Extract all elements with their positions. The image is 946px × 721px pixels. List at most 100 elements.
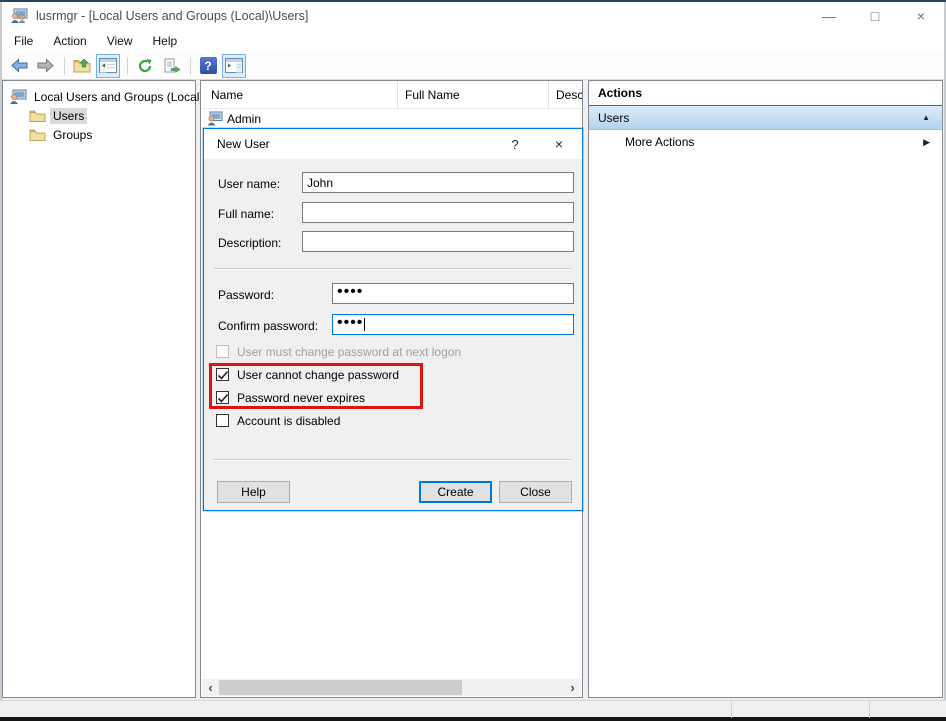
dialog-help-button[interactable]: ? xyxy=(494,137,536,152)
password-value: •••• xyxy=(337,284,363,300)
toolbar-separator xyxy=(127,57,128,75)
actions-group-label: Users xyxy=(598,111,629,125)
list-header: Name Full Name Descri xyxy=(201,81,582,109)
checkbox-cannot-change-password[interactable]: User cannot change password xyxy=(216,367,399,382)
close-dialog-button[interactable]: Close xyxy=(499,481,572,503)
confirm-password-label: Confirm password: xyxy=(218,319,318,333)
menu-bar: File Action View Help xyxy=(2,30,944,52)
list-cell-name: Admin xyxy=(227,112,261,126)
console-tree-toggle-button[interactable] xyxy=(96,54,120,78)
back-icon xyxy=(11,58,28,73)
separator xyxy=(214,459,572,461)
actions-panel: Actions Users ▲ More Actions ▶ xyxy=(588,80,943,698)
user-name-input[interactable]: John xyxy=(302,172,574,193)
actions-group-users[interactable]: Users ▲ xyxy=(589,106,942,130)
statusbar-separator xyxy=(731,701,732,718)
user-name-value: John xyxy=(307,176,333,190)
window-bottom-edge xyxy=(0,717,946,721)
tree-item-groups[interactable]: Groups xyxy=(3,125,195,144)
user-icon xyxy=(206,111,223,126)
forward-icon xyxy=(37,58,54,73)
checkbox-label: Account is disabled xyxy=(237,414,340,428)
checkbox-icon xyxy=(216,414,229,427)
help-button-label: Help xyxy=(241,485,266,499)
scroll-right-arrow-icon[interactable]: › xyxy=(564,679,581,696)
close-button-label: Close xyxy=(520,485,551,499)
column-header-full-name[interactable]: Full Name xyxy=(398,81,549,109)
back-button[interactable] xyxy=(7,54,31,78)
checkbox-label: User cannot change password xyxy=(237,368,399,382)
window-title: lusrmgr - [Local Users and Groups (Local… xyxy=(36,9,308,23)
full-name-input[interactable] xyxy=(302,202,574,223)
forward-button[interactable] xyxy=(33,54,57,78)
checkbox-icon xyxy=(216,345,229,358)
submenu-arrow-icon: ▶ xyxy=(923,137,930,148)
up-one-level-button[interactable] xyxy=(70,54,94,78)
action-pane-toggle-button[interactable] xyxy=(222,54,246,78)
dialog-close-button[interactable]: × xyxy=(536,136,582,152)
checkbox-must-change-password[interactable]: User must change password at next logon xyxy=(216,344,461,359)
dialog-title: New User xyxy=(217,137,270,151)
tree-item-users-label: Users xyxy=(50,108,87,124)
folder-icon xyxy=(29,128,46,142)
console-tree-panel: Local Users and Groups (Local) Users Gro… xyxy=(2,80,196,698)
folder-icon xyxy=(29,109,46,123)
window-controls: — □ × xyxy=(806,2,944,30)
refresh-button[interactable] xyxy=(133,54,157,78)
collapse-arrow-icon[interactable]: ▲ xyxy=(922,113,930,122)
maximize-button[interactable]: □ xyxy=(852,2,898,30)
minimize-button[interactable]: — xyxy=(806,2,852,30)
action-pane-toggle-icon xyxy=(225,58,243,73)
create-button[interactable]: Create xyxy=(419,481,492,503)
tree-root-local-users-and-groups[interactable]: Local Users and Groups (Local) xyxy=(3,87,195,106)
app-icon xyxy=(10,8,28,24)
export-list-button[interactable] xyxy=(159,54,183,78)
statusbar-separator xyxy=(869,701,870,718)
horizontal-scrollbar[interactable]: ‹ › xyxy=(202,679,581,696)
console-tree-toggle-icon xyxy=(99,58,117,73)
checkbox-checked-icon xyxy=(216,391,229,404)
menu-help[interactable]: Help xyxy=(151,32,180,50)
checkbox-account-disabled[interactable]: Account is disabled xyxy=(216,413,340,428)
dialog-title-bar: New User ? × xyxy=(204,129,582,159)
help-dialog-button[interactable]: Help xyxy=(217,481,290,503)
menu-view[interactable]: View xyxy=(105,32,135,50)
more-actions-label: More Actions xyxy=(625,135,694,149)
checkbox-label: Password never expires xyxy=(237,391,365,405)
toolbar-separator xyxy=(64,57,65,75)
column-header-description[interactable]: Descri xyxy=(549,81,582,109)
actions-panel-title: Actions xyxy=(589,81,942,106)
text-caret xyxy=(364,318,365,331)
confirm-password-input[interactable]: •••• xyxy=(332,314,574,335)
more-actions-item[interactable]: More Actions ▶ xyxy=(589,130,942,154)
menu-action[interactable]: Action xyxy=(51,32,88,50)
checkbox-label: User must change password at next logon xyxy=(237,345,461,359)
password-label: Password: xyxy=(218,288,274,302)
separator xyxy=(214,268,572,270)
description-input[interactable] xyxy=(302,231,574,252)
list-row-admin[interactable]: Admin xyxy=(201,109,582,128)
toolbar-separator xyxy=(190,57,191,75)
tree-item-groups-label: Groups xyxy=(50,127,95,143)
confirm-password-value: •••• xyxy=(337,315,363,331)
scrollbar-thumb[interactable] xyxy=(219,680,462,695)
toolbar: ? xyxy=(2,52,944,80)
scroll-left-arrow-icon[interactable]: ‹ xyxy=(202,679,219,696)
close-button[interactable]: × xyxy=(898,2,944,30)
new-user-dialog: New User ? × User name: John Full name: … xyxy=(203,128,583,511)
column-header-name[interactable]: Name xyxy=(201,81,398,109)
help-button[interactable]: ? xyxy=(196,54,220,78)
tree-root-label: Local Users and Groups (Local) xyxy=(31,89,206,105)
title-bar: lusrmgr - [Local Users and Groups (Local… xyxy=(2,2,944,30)
status-bar xyxy=(0,700,946,717)
checkbox-password-never-expires[interactable]: Password never expires xyxy=(216,390,365,405)
description-label: Description: xyxy=(218,236,281,250)
create-button-label: Create xyxy=(437,485,473,499)
export-list-icon xyxy=(163,58,180,74)
checkbox-checked-icon xyxy=(216,368,229,381)
menu-file[interactable]: File xyxy=(12,32,35,50)
tree-item-users[interactable]: Users xyxy=(3,106,195,125)
help-icon: ? xyxy=(200,57,217,74)
password-input[interactable]: •••• xyxy=(332,283,574,304)
users-and-groups-icon xyxy=(9,89,27,105)
